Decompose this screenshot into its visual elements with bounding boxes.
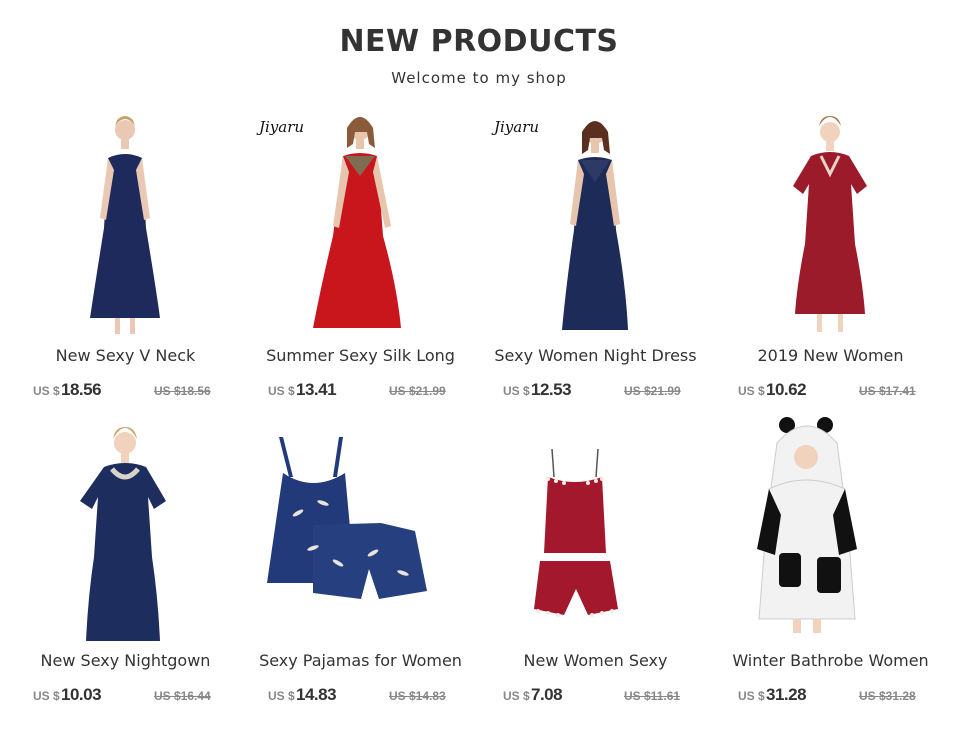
product-prices: US $ 10.03 US $16.44	[8, 681, 243, 705]
original-price: US $21.99	[624, 384, 681, 398]
currency-label: US $	[738, 689, 765, 703]
product-name[interactable]: Winter Bathrobe Women	[713, 651, 948, 670]
sale-price: 10.62	[766, 380, 807, 399]
original-price: US $17.41	[859, 384, 916, 398]
sale-price: 7.08	[531, 685, 563, 704]
original-price: US $14.83	[389, 689, 446, 703]
original-price: US $21.99	[389, 384, 446, 398]
navy-slip-dress-image	[90, 116, 160, 334]
sale-price: 10.03	[61, 685, 102, 704]
product-prices: US $ 18.56 US $18.56	[8, 376, 243, 400]
brand-logo: Jiyaru	[259, 118, 305, 136]
product-card[interactable]: Sexy Pajamas for Women US $ 14.83 US $14…	[243, 413, 478, 718]
currency-label: US $	[503, 384, 530, 398]
product-image[interactable]	[713, 413, 948, 645]
product-card[interactable]: New Sexy V Neck US $ 18.56 US $18.56	[8, 108, 243, 413]
product-card[interactable]: Winter Bathrobe Women US $ 31.28 US $31.…	[713, 413, 948, 718]
product-name[interactable]: 2019 New Women	[713, 346, 948, 365]
printed-pajama-set-image	[267, 437, 427, 599]
product-name[interactable]: Sexy Women Night Dress	[478, 346, 713, 365]
panda-bathrobe-image	[757, 417, 857, 633]
product-card[interactable]: New Sexy Nightgown US $ 10.03 US $16.44	[8, 413, 243, 718]
product-prices: US $ 10.62 US $17.41	[713, 376, 948, 400]
currency-label: US $	[268, 689, 295, 703]
original-price: US $11.61	[624, 689, 681, 703]
original-price: US $31.28	[859, 689, 916, 703]
product-prices: US $ 7.08 US $11.61	[478, 681, 713, 705]
product-name[interactable]: New Sexy Nightgown	[8, 651, 243, 670]
product-name[interactable]: New Sexy V Neck	[8, 346, 243, 365]
currency-label: US $	[738, 384, 765, 398]
page-title: NEW PRODUCTS	[339, 24, 619, 59]
page-header: NEW PRODUCTS Welcome to my shop	[0, 22, 958, 88]
product-prices: US $ 13.41 US $21.99	[243, 376, 478, 400]
currency-label: US $	[33, 689, 60, 703]
currency-label: US $	[33, 384, 60, 398]
red-cami-set-image	[534, 448, 618, 617]
product-card[interactable]: Jiyaru Sexy Women Night Dress US $ 12.53…	[478, 108, 713, 413]
product-grid: New Sexy V Neck US $ 18.56 US $18.56 Jiy…	[8, 108, 948, 718]
product-prices: US $ 31.28 US $31.28	[713, 681, 948, 705]
product-card[interactable]: Jiyaru Summer Sexy Silk Long US $ 13.41 …	[243, 108, 478, 413]
product-card[interactable]: 2019 New Women US $ 10.62 US $17.41	[713, 108, 948, 413]
navy-night-dress-image	[562, 121, 628, 330]
product-image[interactable]	[478, 413, 713, 645]
sale-price: 14.83	[296, 685, 337, 704]
currency-label: US $	[268, 384, 295, 398]
product-image[interactable]	[243, 413, 478, 645]
product-card[interactable]: New Women Sexy US $ 7.08 US $11.61	[478, 413, 713, 718]
product-name[interactable]: Sexy Pajamas for Women	[243, 651, 478, 670]
product-image[interactable]	[713, 108, 948, 340]
original-price: US $16.44	[154, 689, 211, 703]
burgundy-nightgown-image	[793, 116, 867, 332]
brand-logo: Jiyaru	[494, 118, 540, 136]
product-image[interactable]: Jiyaru	[243, 108, 478, 340]
product-name[interactable]: Summer Sexy Silk Long	[243, 346, 478, 365]
product-image[interactable]	[8, 108, 243, 340]
product-image[interactable]	[8, 413, 243, 645]
navy-nightgown-image	[80, 427, 166, 641]
sale-price: 31.28	[766, 685, 807, 704]
original-price: US $18.56	[154, 384, 211, 398]
product-prices: US $ 14.83 US $14.83	[243, 681, 478, 705]
product-prices: US $ 12.53 US $21.99	[478, 376, 713, 400]
sale-price: 12.53	[531, 380, 572, 399]
red-silk-dress-image	[313, 117, 401, 328]
product-name[interactable]: New Women Sexy	[478, 651, 713, 670]
sale-price: 13.41	[296, 380, 337, 399]
currency-label: US $	[503, 689, 530, 703]
product-image[interactable]: Jiyaru	[478, 108, 713, 340]
page-subtitle: Welcome to my shop	[391, 69, 567, 87]
sale-price: 18.56	[61, 380, 102, 399]
